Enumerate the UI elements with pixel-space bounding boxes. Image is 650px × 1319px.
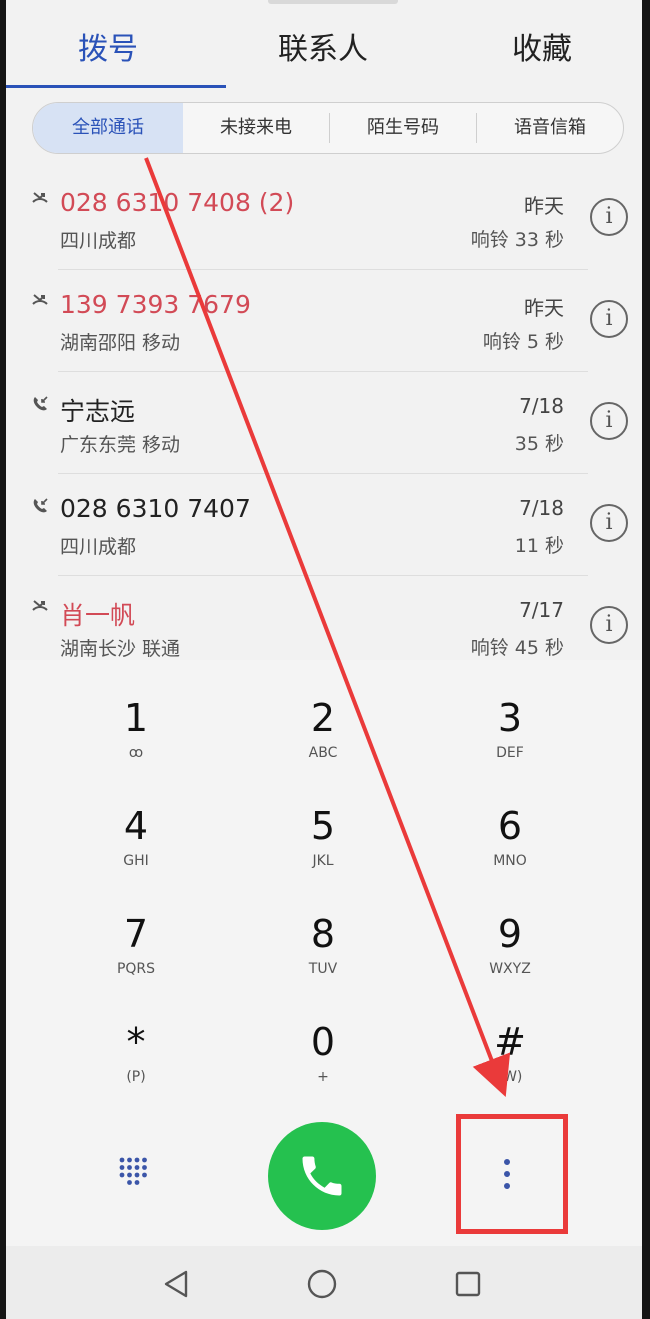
- missed-call-icon: [32, 192, 48, 203]
- call-log-item[interactable]: 肖一帆 湖南长沙 联通 7/17 响铃 45 秒 i: [6, 576, 642, 660]
- key-letters: GHI: [123, 853, 149, 869]
- key-digit: 5: [310, 804, 336, 848]
- voicemail-icon: ꝏ: [128, 745, 144, 761]
- key-9[interactable]: 9 WXYZ: [450, 896, 570, 996]
- key-letters: (P): [126, 1069, 146, 1085]
- key-letters: DEF: [496, 745, 524, 761]
- call-location: 广东东莞 移动: [60, 434, 181, 456]
- key-3[interactable]: 3 DEF: [450, 680, 570, 780]
- call-duration: 35 秒: [514, 433, 564, 455]
- call-time: 昨天: [524, 194, 564, 218]
- tab-dialer[interactable]: 拨号: [78, 24, 138, 68]
- call-time: 7/18: [519, 496, 564, 520]
- filter-voicemail[interactable]: 语音信箱: [477, 103, 623, 153]
- call-number: 139 7393 7679: [60, 290, 251, 319]
- back-icon[interactable]: [156, 1264, 196, 1304]
- filter-unknown-numbers[interactable]: 陌生号码: [330, 103, 476, 153]
- key-0[interactable]: 0 +: [263, 1004, 383, 1104]
- tab-favorites[interactable]: 收藏: [512, 24, 572, 68]
- key-letters: MNO: [493, 853, 527, 869]
- call-duration: 11 秒: [514, 535, 564, 557]
- key-digit: #: [494, 1020, 526, 1064]
- call-log-item[interactable]: 139 7393 7679 湖南邵阳 移动 昨天 响铃 5 秒 i: [6, 270, 642, 372]
- key-1[interactable]: 1 ꝏ: [76, 680, 196, 780]
- info-icon[interactable]: i: [590, 198, 628, 236]
- home-icon[interactable]: [302, 1264, 342, 1304]
- dialpad-grid-icon[interactable]: [118, 1156, 148, 1186]
- key-letters: JKL: [312, 853, 334, 869]
- key-hash[interactable]: # (W): [450, 1004, 570, 1104]
- key-letters: +: [317, 1069, 329, 1085]
- call-button[interactable]: [268, 1122, 376, 1230]
- key-letters: TUV: [308, 961, 338, 977]
- call-location: 湖南长沙 联通: [60, 638, 181, 660]
- tab-contacts[interactable]: 联系人: [278, 24, 368, 68]
- info-icon[interactable]: i: [590, 300, 628, 338]
- call-location: 四川成都: [60, 230, 137, 252]
- info-icon[interactable]: i: [590, 606, 628, 644]
- key-digit: 1: [123, 696, 149, 740]
- phone-icon: [302, 1156, 342, 1196]
- call-duration: 响铃 33 秒: [470, 229, 564, 251]
- info-icon[interactable]: i: [590, 402, 628, 440]
- system-navigation-bar: [6, 1246, 642, 1319]
- key-letters: PQRS: [116, 961, 156, 977]
- key-4[interactable]: 4 GHI: [76, 788, 196, 888]
- filter-all-calls[interactable]: 全部通话: [33, 103, 183, 153]
- key-letters: (W): [497, 1069, 523, 1085]
- filter-missed-calls[interactable]: 未接来电: [183, 103, 329, 153]
- incoming-call-icon: [33, 498, 48, 513]
- key-digit: 0: [310, 1020, 336, 1064]
- key-digit: 3: [497, 696, 523, 740]
- key-2[interactable]: 2 ABC: [263, 680, 383, 780]
- key-6[interactable]: 6 MNO: [450, 788, 570, 888]
- key-digit: 2: [310, 696, 336, 740]
- call-log-item[interactable]: 028 6310 7408 (2) 四川成都 昨天 响铃 33 秒 i: [6, 168, 642, 270]
- key-digit: 4: [123, 804, 149, 848]
- call-number: 028 6310 7407: [60, 494, 251, 523]
- call-time: 7/17: [519, 598, 564, 622]
- missed-call-icon: [32, 294, 48, 305]
- key-letters: WXYZ: [489, 961, 531, 977]
- call-number: 028 6310 7408 (2): [60, 188, 295, 217]
- key-8[interactable]: 8 TUV: [263, 896, 383, 996]
- info-icon[interactable]: i: [590, 504, 628, 542]
- call-log-item[interactable]: 028 6310 7407 四川成都 7/18 11 秒 i: [6, 474, 642, 576]
- call-duration: 响铃 5 秒: [482, 331, 564, 353]
- key-digit: *: [126, 1020, 146, 1064]
- incoming-call-icon: [33, 396, 48, 411]
- key-star[interactable]: * (P): [76, 1004, 196, 1104]
- key-letters: ABC: [308, 745, 338, 761]
- top-tabs: 拨号 联系人 收藏: [6, 0, 642, 88]
- call-location: 四川成都: [60, 536, 137, 558]
- call-filter-segmented: 全部通话 未接来电 陌生号码 语音信箱: [32, 102, 624, 154]
- active-tab-indicator: [6, 85, 226, 88]
- key-digit: 8: [310, 912, 336, 956]
- key-digit: 9: [497, 912, 523, 956]
- call-location: 湖南邵阳 移动: [60, 332, 181, 354]
- recents-icon[interactable]: [448, 1264, 488, 1304]
- contact-name: 宁志远: [60, 397, 136, 426]
- call-time: 昨天: [524, 296, 564, 320]
- key-digit: 7: [123, 912, 149, 956]
- annotation-highlight-box: [456, 1114, 568, 1234]
- key-5[interactable]: 5 JKL: [263, 788, 383, 888]
- call-log-item[interactable]: 宁志远 广东东莞 移动 7/18 35 秒 i: [6, 372, 642, 474]
- key-7[interactable]: 7 PQRS: [76, 896, 196, 996]
- call-time: 7/18: [519, 394, 564, 418]
- contact-name: 肖一帆: [60, 601, 136, 630]
- call-duration: 响铃 45 秒: [470, 637, 564, 659]
- key-digit: 6: [497, 804, 523, 848]
- missed-call-icon: [32, 600, 48, 611]
